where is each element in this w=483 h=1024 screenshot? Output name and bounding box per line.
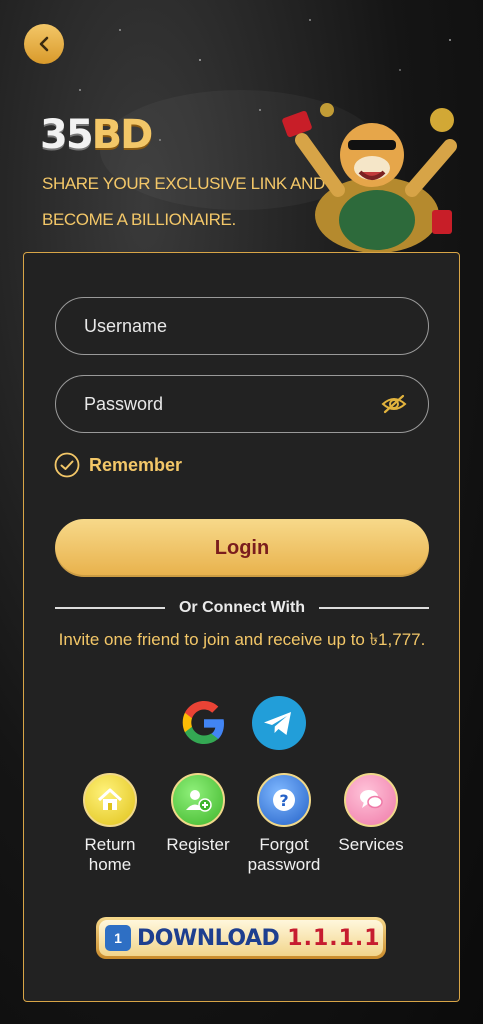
return-home-button[interactable]: Return home: [62, 773, 158, 875]
download-version: 1.1.1.1: [287, 925, 381, 951]
google-login-button[interactable]: [176, 695, 232, 751]
divider-line-left: [55, 607, 165, 609]
chevron-left-icon: [39, 36, 49, 52]
logo-number: 35: [40, 112, 94, 158]
divider-line-right: [319, 607, 430, 609]
telegram-login-button[interactable]: [251, 695, 307, 751]
home-icon: [83, 773, 137, 827]
divider-label: Or Connect With: [178, 599, 306, 616]
quick-link-label: Register: [166, 835, 230, 854]
add-user-icon: [171, 773, 225, 827]
password-input[interactable]: Password: [55, 375, 429, 433]
quick-link-label: Return home: [84, 835, 136, 874]
password-placeholder: Password: [84, 393, 164, 414]
logo-accent: BD: [91, 112, 154, 158]
svg-text:?: ?: [279, 791, 288, 810]
services-button[interactable]: Services: [323, 773, 419, 855]
check-circle-icon: [54, 452, 80, 478]
tiger-mascot-illustration: [282, 103, 457, 252]
eye-off-icon[interactable]: [380, 390, 408, 418]
login-button[interactable]: Login: [55, 519, 429, 577]
quick-link-label: Services: [338, 835, 404, 854]
tagline-line-2: BECOME A BILLIONAIRE.: [42, 210, 236, 229]
login-panel: Username Password Remember Login Or Conn…: [23, 252, 460, 1002]
chat-icon: [344, 773, 398, 827]
quick-link-label: Forgot password: [247, 835, 321, 874]
username-input[interactable]: Username: [55, 297, 429, 355]
download-app-button[interactable]: 1 DOWNLOAD 1.1.1.1: [96, 917, 386, 959]
question-icon: ?: [257, 773, 311, 827]
app-badge-icon: 1: [105, 925, 131, 951]
invite-text: Invite one friend to join and receive up…: [58, 630, 426, 649]
remember-label: Remember: [89, 454, 183, 475]
download-label: DOWNLOAD: [137, 925, 280, 951]
register-button[interactable]: Register: [150, 773, 246, 855]
connect-divider: Or Connect With: [55, 598, 430, 618]
google-icon: [182, 701, 224, 744]
username-placeholder: Username: [84, 315, 168, 336]
forgot-password-button[interactable]: ? Forgot password: [236, 773, 332, 875]
telegram-icon: [252, 696, 306, 750]
brand-logo: 35BD: [40, 112, 154, 158]
remember-checkbox[interactable]: Remember: [54, 452, 182, 478]
back-button[interactable]: [24, 24, 64, 64]
